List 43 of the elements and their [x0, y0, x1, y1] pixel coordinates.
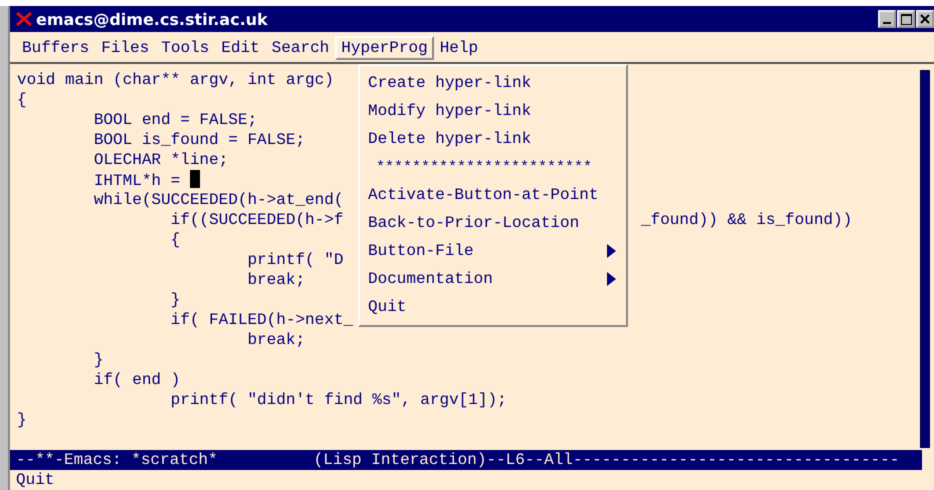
- code-line: {: [17, 91, 27, 109]
- scroll-bar[interactable]: [920, 70, 930, 448]
- menu-bar-item[interactable]: Help: [434, 36, 484, 60]
- minibuffer-message: Quit: [15, 470, 56, 490]
- code-line: IHTML*h =: [92, 172, 182, 190]
- menu-bar-item[interactable]: Buffers: [16, 36, 96, 60]
- window-title: emacs@dime.cs.stir.ac.uk: [36, 10, 268, 28]
- code-line: break;: [246, 271, 306, 289]
- code-line: if( FAILED(h->next_: [170, 311, 354, 329]
- code-line: BOOL is_found = FALSE;: [92, 131, 306, 149]
- menu-item[interactable]: Documentation: [368, 270, 493, 288]
- menu-bar-item[interactable]: Tools: [155, 36, 216, 60]
- code-line: if((SUCCEEDED(h->f: [170, 211, 344, 229]
- close-button[interactable]: [916, 10, 934, 28]
- code-line: void main (char** argv, int argc): [17, 71, 334, 89]
- menu-item[interactable]: Delete hyper-link: [368, 130, 532, 148]
- code-line: }: [17, 411, 27, 429]
- code-line: {: [170, 231, 180, 249]
- code-line: printf( "didn't find %s", argv[1]);: [170, 391, 507, 409]
- menu-item[interactable]: Modify hyper-link: [368, 102, 532, 120]
- code-line: break;: [246, 331, 306, 349]
- menu-item[interactable]: Button-File: [368, 242, 474, 260]
- code-line: if( end ): [92, 371, 180, 389]
- code-line: BOOL end = FALSE;: [92, 111, 258, 129]
- code-line: _found)) && is_found)): [641, 210, 852, 230]
- code-line: OLECHAR *line;: [92, 151, 228, 169]
- menu-item[interactable]: Create hyper-link: [368, 74, 532, 92]
- menu-item[interactable]: Back-to-Prior-Location: [368, 214, 580, 232]
- menu-separator: ************************: [375, 158, 592, 176]
- maximize-button[interactable]: [897, 10, 915, 28]
- x-logo-icon: [16, 12, 32, 26]
- menu-item[interactable]: Activate-Button-at-Point: [368, 186, 598, 204]
- minimize-button[interactable]: [878, 10, 896, 28]
- code-line: }: [92, 351, 104, 369]
- close-icon: [920, 14, 930, 24]
- code-line: while(SUCCEEDED(h->at_end(: [92, 191, 344, 209]
- menu-bar-item[interactable]: Search: [266, 36, 336, 60]
- code-line: printf( "D: [246, 251, 344, 269]
- menu-bar-item[interactable]: HyperProg: [335, 36, 434, 60]
- menu-item[interactable]: Quit: [368, 298, 406, 316]
- menu-bar-item[interactable]: Files: [95, 36, 156, 60]
- code-line: }: [170, 291, 180, 309]
- menu-bar-item[interactable]: Edit: [215, 36, 266, 60]
